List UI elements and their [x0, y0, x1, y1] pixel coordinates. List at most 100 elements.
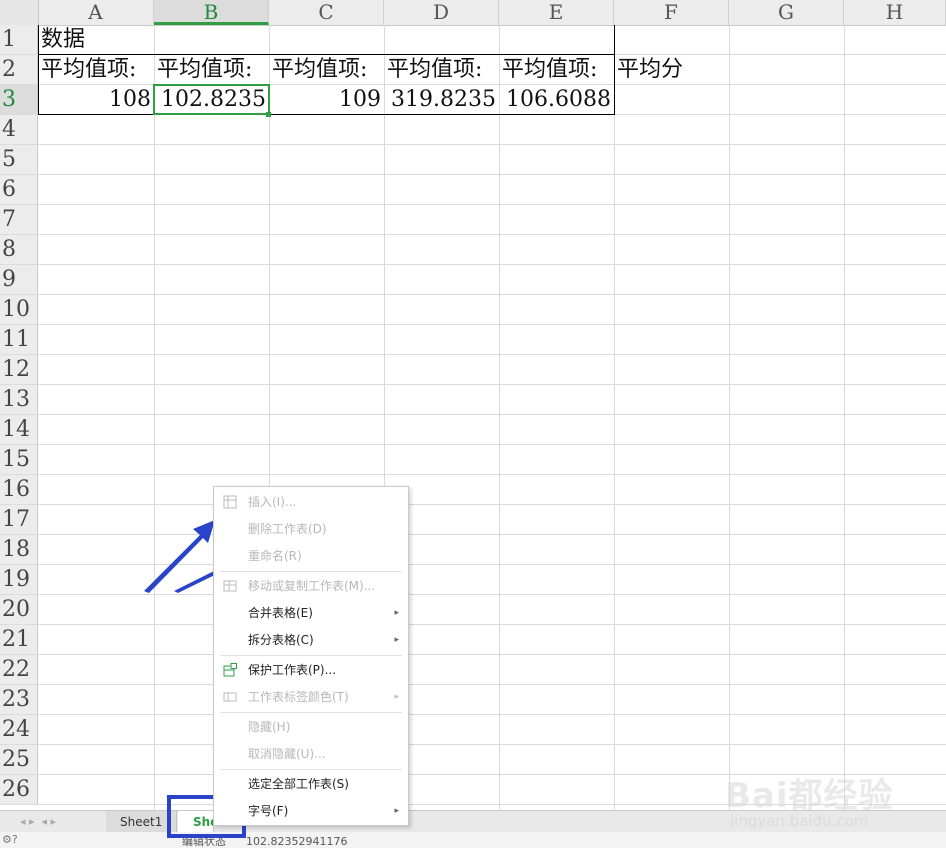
- row-header-17[interactable]: 17: [0, 505, 38, 535]
- menu-item-label: 隐藏(H): [248, 720, 291, 734]
- grid-row-line: [38, 354, 946, 355]
- column-header-a[interactable]: A: [38, 0, 154, 25]
- pivot-border-mid: [38, 54, 615, 55]
- cell-d2[interactable]: 平均值项:: [384, 55, 499, 85]
- menu-item-unhide[interactable]: 取消隐藏(U)...: [214, 741, 408, 767]
- row-header-15[interactable]: 15: [0, 445, 38, 475]
- menu-item-label: 移动或复制工作表(M)...: [248, 579, 376, 593]
- status-bar: ⚙? 编辑状态 102.82352941176: [0, 832, 946, 848]
- select-all-corner[interactable]: [0, 0, 39, 25]
- row-header-19[interactable]: 19: [0, 565, 38, 595]
- macro-icon[interactable]: ⚙?: [2, 832, 18, 848]
- sheet-tab-context-menu: 插入(I)... 删除工作表(D) 重命名(R) 移动或复制工作表(M)... …: [213, 486, 409, 826]
- menu-item-rename[interactable]: 重命名(R): [214, 543, 408, 569]
- menu-item-label: 取消隐藏(U)...: [248, 747, 326, 761]
- row-header-8[interactable]: 8: [0, 235, 38, 265]
- menu-item-select-all-sheets[interactable]: 选定全部工作表(S): [214, 771, 408, 797]
- menu-separator: [220, 712, 402, 713]
- cell-c3[interactable]: 109: [269, 85, 384, 115]
- row-header-18[interactable]: 18: [0, 535, 38, 565]
- cell-b2[interactable]: 平均值项:: [154, 55, 269, 85]
- row-header-2[interactable]: 2: [0, 55, 38, 85]
- row-header-10[interactable]: 10: [0, 295, 38, 325]
- column-header-h[interactable]: H: [844, 0, 946, 25]
- submenu-arrow-icon: ▸: [394, 692, 399, 702]
- cell-a3[interactable]: 108: [38, 85, 154, 115]
- row-header-23[interactable]: 23: [0, 685, 38, 715]
- grid-row-line: [38, 474, 946, 475]
- row-header-22[interactable]: 22: [0, 655, 38, 685]
- menu-item-merge-tables[interactable]: 合并表格(E) ▸: [214, 600, 408, 626]
- row-header-24[interactable]: 24: [0, 715, 38, 745]
- cell-d3[interactable]: 319.8235: [384, 85, 499, 115]
- menu-item-label: 重命名(R): [248, 549, 302, 563]
- menu-item-label: 保护工作表(P)...: [248, 663, 337, 677]
- menu-item-label: 删除工作表(D): [248, 522, 327, 536]
- menu-item-protect-sheet[interactable]: 保护工作表(P)...: [214, 657, 408, 683]
- menu-item-label: 拆分表格(C): [248, 633, 314, 647]
- grid-row-line: [38, 264, 946, 265]
- column-header-g[interactable]: G: [729, 0, 844, 25]
- menu-item-label: 工作表标签颜色(T): [248, 690, 349, 704]
- column-header-b[interactable]: B: [154, 0, 269, 25]
- grid-row-line: [38, 624, 946, 625]
- row-header-21[interactable]: 21: [0, 625, 38, 655]
- insert-table-icon: [223, 495, 237, 509]
- menu-item-label: 选定全部工作表(S): [248, 777, 349, 791]
- row-header-26[interactable]: 26: [0, 775, 38, 805]
- row-header-1[interactable]: 1: [0, 25, 38, 55]
- submenu-arrow-icon: ▸: [394, 608, 399, 618]
- row-header-14[interactable]: 14: [0, 415, 38, 445]
- menu-item-tab-color[interactable]: 工作表标签颜色(T) ▸: [214, 684, 408, 710]
- fill-handle[interactable]: [266, 112, 271, 117]
- column-header-d[interactable]: D: [384, 0, 499, 25]
- grid-row-line: [38, 654, 946, 655]
- cell-e2[interactable]: 平均值项:: [499, 55, 614, 85]
- row-header-9[interactable]: 9: [0, 265, 38, 295]
- menu-item-split-table[interactable]: 拆分表格(C) ▸: [214, 627, 408, 653]
- menu-item-delete-sheet[interactable]: 删除工作表(D): [214, 516, 408, 542]
- grid-row-line: [38, 174, 946, 175]
- cell-c2[interactable]: 平均值项:: [269, 55, 384, 85]
- grid-row-line: [38, 234, 946, 235]
- row-header-16[interactable]: 16: [0, 475, 38, 505]
- menu-item-label: 插入(I)...: [248, 495, 297, 509]
- cell-e3[interactable]: 106.6088: [499, 85, 614, 115]
- tab-color-icon: [223, 692, 237, 702]
- menu-item-label: 合并表格(E): [248, 606, 313, 620]
- move-copy-icon: [223, 580, 237, 592]
- menu-separator: [220, 571, 402, 572]
- menu-item-insert[interactable]: 插入(I)...: [214, 489, 408, 515]
- tab-nav-arrows[interactable]: ◂ ▸ ◂ ▸: [20, 811, 56, 833]
- cell-f2[interactable]: 平均分: [614, 55, 729, 85]
- pivot-border-right: [614, 25, 615, 55]
- row-header-13[interactable]: 13: [0, 385, 38, 415]
- row-header-12[interactable]: 12: [0, 355, 38, 385]
- grid-row-line: [38, 144, 946, 145]
- grid-row-line: [38, 714, 946, 715]
- cell-a1[interactable]: 数据: [38, 25, 614, 55]
- submenu-arrow-icon: ▸: [394, 806, 399, 816]
- row-header-5[interactable]: 5: [0, 145, 38, 175]
- row-header-6[interactable]: 6: [0, 175, 38, 205]
- row-header-3[interactable]: 3: [0, 85, 38, 115]
- grid-row-line: [38, 324, 946, 325]
- row-header-11[interactable]: 11: [0, 325, 38, 355]
- row-header-25[interactable]: 25: [0, 745, 38, 775]
- row-header-20[interactable]: 20: [0, 595, 38, 625]
- menu-item-move-copy[interactable]: 移动或复制工作表(M)...: [214, 573, 408, 599]
- menu-item-font-size[interactable]: 字号(F) ▸: [214, 798, 408, 824]
- watermark-url: jingyan.baidu.com: [730, 812, 869, 830]
- grid-row-line: [38, 444, 946, 445]
- submenu-arrow-icon: ▸: [394, 635, 399, 645]
- cell-a2[interactable]: 平均值项:: [38, 55, 154, 85]
- menu-separator: [220, 769, 402, 770]
- column-header-c[interactable]: C: [269, 0, 384, 25]
- column-header-e[interactable]: E: [499, 0, 614, 25]
- grid-row-line: [38, 384, 946, 385]
- row-header-4[interactable]: 4: [0, 115, 38, 145]
- column-header-f[interactable]: F: [614, 0, 729, 25]
- row-header-7[interactable]: 7: [0, 205, 38, 235]
- menu-item-hide[interactable]: 隐藏(H): [214, 714, 408, 740]
- grid-row-line: [38, 294, 946, 295]
